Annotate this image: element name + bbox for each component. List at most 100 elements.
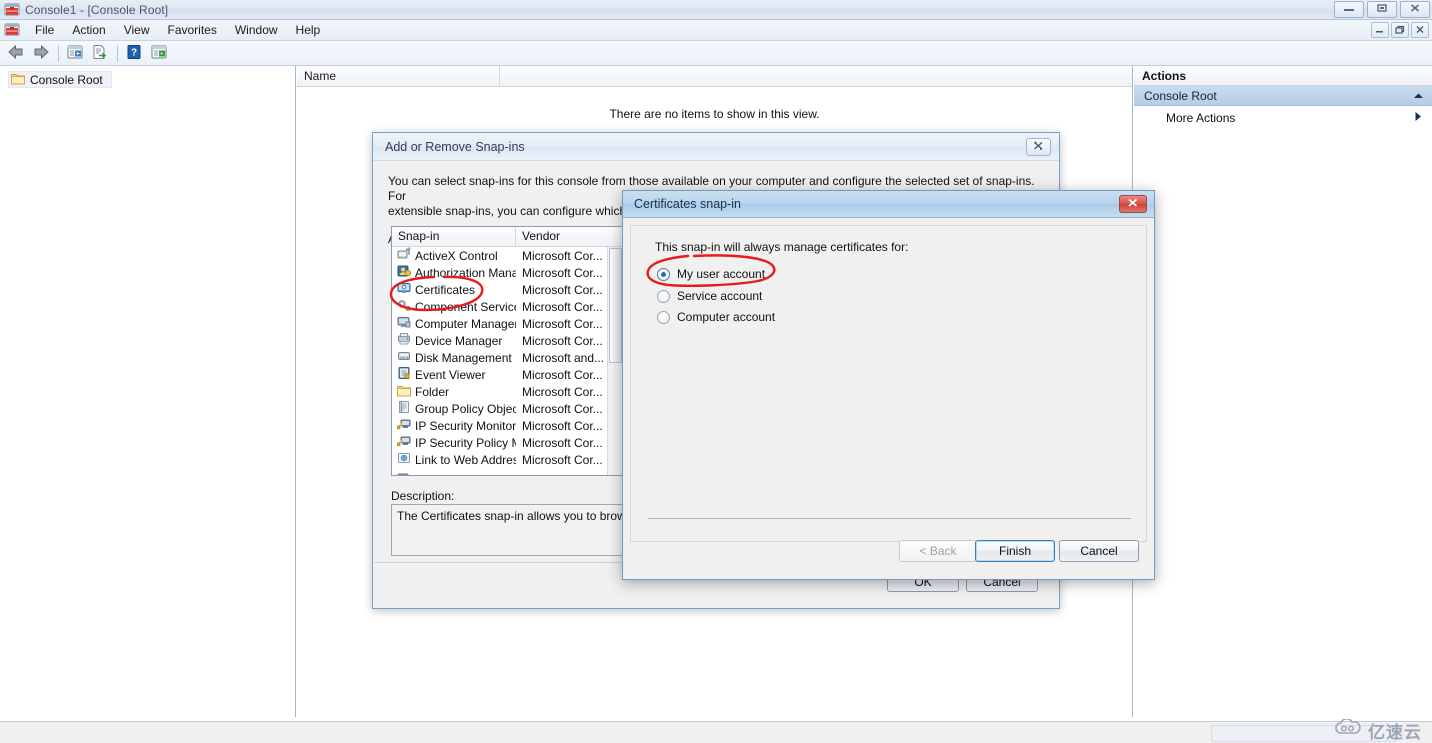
column-header-snapin[interactable]: Snap-in	[392, 227, 516, 246]
close-button[interactable]	[1400, 1, 1430, 18]
mmc-window-icon[interactable]	[4, 22, 20, 38]
actions-item-more-actions[interactable]: More Actions	[1134, 106, 1432, 130]
ip-security-policy-icon	[396, 434, 411, 451]
ip-security-monitor-icon	[396, 417, 411, 434]
show-action-pane-button[interactable]	[147, 42, 171, 64]
radio-button-icon[interactable]	[657, 310, 670, 324]
certificates-finish-button[interactable]: Finish	[975, 540, 1055, 562]
snapins-dialog-close-button[interactable]	[1026, 138, 1051, 156]
certificates-footer-divider	[648, 518, 1131, 519]
description-box: The Certificates snap-in allows you to b…	[391, 504, 623, 556]
snapins-dialog-titlebar: Add or Remove Snap-ins	[373, 133, 1059, 161]
list-item[interactable]: Authorization Manager Microsoft Cor...	[392, 264, 622, 281]
forward-button[interactable]	[29, 42, 53, 64]
back-button[interactable]	[4, 42, 28, 64]
snapin-name: Authorization Manager	[415, 265, 516, 280]
forward-arrow-icon	[32, 44, 50, 63]
certificates-icon	[397, 281, 411, 298]
list-item[interactable]: Computer Managem... Microsoft Cor...	[392, 315, 622, 332]
radio-label: Computer account	[677, 310, 776, 324]
radio-label: My user account	[677, 267, 766, 281]
mdi-minimize-button[interactable]	[1371, 22, 1389, 38]
list-item[interactable]: Component Services Microsoft Cor...	[392, 298, 622, 315]
snapin-name: IP Security Monitor	[415, 418, 516, 433]
description-label: Description:	[391, 489, 455, 503]
column-header-blank[interactable]	[500, 66, 1132, 87]
snapin-name: IP Security Policy M...	[415, 435, 516, 450]
radio-my-user-account[interactable]: My user account	[657, 267, 765, 281]
column-header-vendor[interactable]: Vendor	[516, 227, 622, 246]
certificates-question-label: This snap-in will always manage certific…	[655, 240, 909, 254]
console-tree-icon	[66, 44, 84, 63]
menu-window[interactable]: Window	[226, 21, 287, 40]
radio-computer-account[interactable]: Computer account	[657, 310, 775, 324]
certificates-back-button[interactable]: < Back	[899, 540, 977, 562]
watermark: 亿速云	[1334, 718, 1422, 743]
menu-file[interactable]: File	[26, 21, 63, 40]
list-item[interactable]: ! Event Viewer Microsoft Cor...	[392, 366, 622, 383]
certificates-cancel-button[interactable]: Cancel	[1059, 540, 1139, 562]
snapin-name: Event Viewer	[415, 367, 486, 382]
snapin-name: Certificates	[415, 282, 476, 297]
snapin-name: ActiveX Control	[415, 248, 498, 263]
menu-action[interactable]: Action	[63, 21, 114, 40]
local-users-and-groups-icon	[397, 470, 411, 475]
snapin-name: Link to Web Address	[415, 452, 516, 467]
link-to-web-address-icon	[397, 451, 411, 468]
list-item[interactable]: Device Manager Microsoft Cor...	[392, 332, 622, 349]
svg-text:!: !	[407, 374, 408, 378]
mdi-restore-button[interactable]	[1391, 22, 1409, 38]
available-snapins-list[interactable]: Snap-in Vendor ActiveX Control Microsoft…	[391, 226, 623, 476]
menu-help[interactable]: Help	[287, 21, 330, 40]
toolbar: ?	[0, 41, 1432, 66]
mdi-close-button[interactable]	[1411, 22, 1429, 38]
list-item[interactable]: Disk Management Microsoft and...	[392, 349, 622, 366]
list-item[interactable]: Folder Microsoft Cor...	[392, 383, 622, 400]
list-item[interactable]: Group Policy Object ... Microsoft Cor...	[392, 400, 622, 417]
action-pane-icon	[150, 44, 168, 63]
tree-item-console-root[interactable]: Console Root	[8, 71, 112, 88]
watermark-text: 亿速云	[1368, 723, 1422, 742]
chevron-up-icon[interactable]	[1413, 89, 1424, 103]
list-item[interactable]: IP Security Policy M... Microsoft Cor...	[392, 434, 622, 451]
certificates-dialog-close-button[interactable]	[1119, 195, 1147, 213]
scrollbar-thumb[interactable]	[609, 248, 622, 363]
tree-item-label: Console Root	[30, 72, 103, 87]
list-item[interactable]: ActiveX Control Microsoft Cor...	[392, 247, 622, 264]
list-item-certificates[interactable]: Certificates Microsoft Cor...	[392, 281, 622, 298]
restore-icon	[1395, 25, 1405, 36]
computer-management-icon	[397, 315, 411, 332]
toolbar-separator	[117, 44, 118, 62]
snapin-name: Folder	[415, 384, 450, 399]
column-header-name[interactable]: Name	[297, 66, 500, 87]
snapins-list-scrollbar[interactable]	[607, 247, 622, 475]
snapin-name: Component Services	[415, 299, 516, 314]
list-item[interactable]: IP Security Monitor Microsoft Cor...	[392, 417, 622, 434]
radio-button-icon[interactable]	[657, 289, 670, 303]
menu-view[interactable]: View	[115, 21, 159, 40]
certificates-dialog-body: This snap-in will always manage certific…	[630, 225, 1147, 542]
toolbar-separator	[58, 44, 59, 62]
export-list-button[interactable]	[88, 42, 112, 64]
actions-group-console-root[interactable]: Console Root	[1134, 86, 1432, 106]
radio-service-account[interactable]: Service account	[657, 289, 762, 303]
list-item-partial[interactable]	[392, 468, 622, 475]
window-title-bar: Console1 - [Console Root]	[0, 0, 1432, 20]
certificates-snapin-dialog: Certificates snap-in This snap-in will a…	[622, 190, 1155, 580]
snapins-list-header: Snap-in Vendor	[392, 227, 622, 247]
minimize-button[interactable]	[1334, 1, 1364, 18]
mdi-window-controls	[1371, 22, 1429, 38]
help-button[interactable]: ?	[122, 42, 146, 64]
list-item[interactable]: Link to Web Address Microsoft Cor...	[392, 451, 622, 468]
show-hide-tree-button[interactable]	[63, 42, 87, 64]
actions-pane-title: Actions	[1134, 66, 1432, 86]
chevron-right-icon[interactable]	[1414, 111, 1422, 125]
radio-button-selected-icon[interactable]	[657, 267, 670, 281]
menu-favorites[interactable]: Favorites	[159, 21, 226, 40]
minimize-icon	[1375, 25, 1385, 36]
actions-pane: Actions Console Root More Actions	[1134, 66, 1432, 717]
close-icon	[1033, 141, 1044, 154]
maximize-button[interactable]	[1367, 1, 1397, 18]
close-icon	[1409, 3, 1421, 16]
status-bar	[0, 721, 1432, 743]
